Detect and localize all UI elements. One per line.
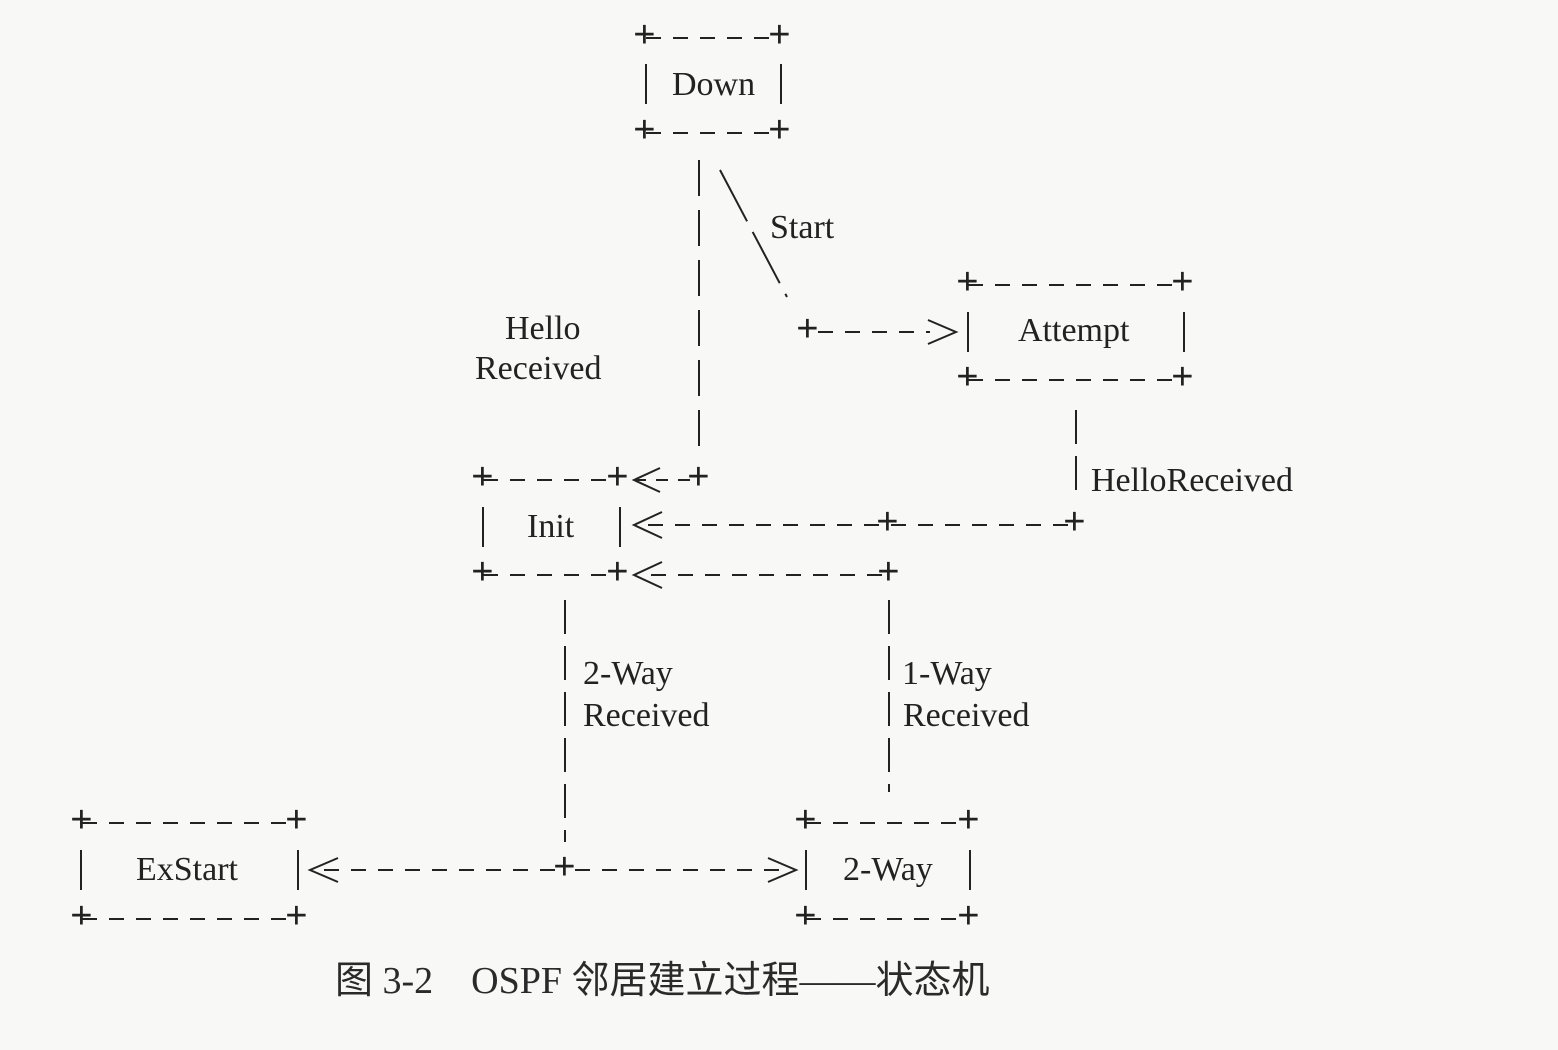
two-way-received-label-line2: Received — [583, 697, 710, 734]
figure-caption: 图 3-2 OSPF 邻居建立过程——状态机 — [335, 953, 1095, 1009]
attempt-state-label: Attempt — [1018, 312, 1130, 349]
ospf-state-machine-diagram — [80, 37, 1185, 920]
init-box-corner-bottom-left: + — [471, 553, 494, 596]
exstart-box-corner-top-left: + — [70, 801, 93, 844]
attempt-hello-received-junction: + — [1063, 503, 1086, 546]
attempt-hello-received-label: HelloReceived — [1091, 462, 1294, 499]
two-way-box-corner-top-right: + — [957, 801, 980, 844]
init-box-corner-top-right: + — [606, 458, 629, 501]
two-way-received-label-line1: 2-Way — [583, 655, 673, 692]
init-box-corner-bottom-right: + — [606, 553, 629, 596]
down-box-corner-bottom-right: + — [768, 111, 791, 154]
attempt-box-corner-bottom-left: + — [956, 358, 979, 401]
page: + + + + + + + + + + + + + + + + + + + + … — [0, 0, 1558, 1050]
down-box-corner-top-right: + — [768, 16, 791, 59]
two-way-state-label: 2-Way — [843, 851, 933, 888]
hello-received-junction: + — [687, 458, 710, 501]
figure-title: OSPF 邻居建立过程——状态机 — [471, 960, 990, 1002]
one-way-received-label-line1: 1-Way — [902, 655, 992, 692]
down-box-corner-bottom-left: + — [633, 111, 656, 154]
down-state-label: Down — [672, 66, 756, 103]
init-box-corner-top-left: + — [471, 458, 494, 501]
figure-number: 图 3-2 — [335, 960, 434, 1002]
down-box-corner-top-left: + — [633, 16, 656, 59]
start-junction: + — [796, 310, 819, 353]
start-transition-arrowhead — [927, 319, 959, 345]
one-way-received-label-line2: Received — [903, 697, 1030, 734]
two-way-received-junction: + — [553, 848, 576, 891]
hello-received-label-line2: Received — [475, 350, 602, 387]
attempt-box-corner-top-right: + — [1171, 263, 1194, 306]
exstart-box-corner-bottom-left: + — [70, 897, 93, 940]
two-way-box-corner-bottom-right: + — [957, 897, 980, 940]
exstart-state-label: ExStart — [136, 851, 238, 888]
hello-received-label-line1: Hello — [505, 310, 581, 347]
two-way-box-corner-top-left: + — [794, 801, 817, 844]
exstart-box-corner-bottom-right: + — [285, 897, 308, 940]
two-way-box-corner-bottom-left: + — [794, 897, 817, 940]
attempt-box-corner-top-left: + — [956, 263, 979, 306]
init-state-label: Init — [527, 508, 575, 545]
attempt-box-corner-bottom-right: + — [1171, 358, 1194, 401]
one-way-received-junction: + — [877, 553, 900, 596]
attempt-hello-received-midpoint: + — [876, 503, 899, 546]
exstart-box-corner-top-right: + — [285, 801, 308, 844]
start-event-label: Start — [770, 209, 835, 246]
